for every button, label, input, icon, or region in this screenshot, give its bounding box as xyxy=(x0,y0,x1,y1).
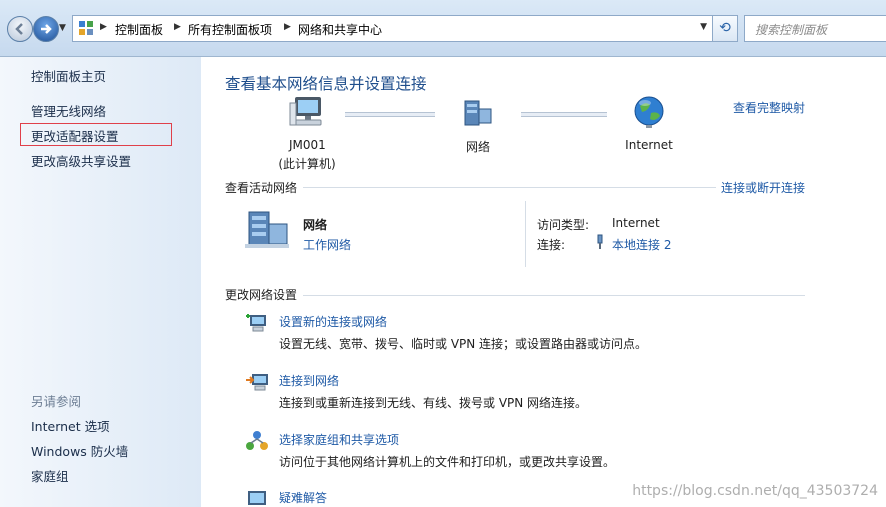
back-arrow-icon xyxy=(15,23,23,35)
computer-icon[interactable] xyxy=(289,95,325,129)
change-settings-header: 更改网络设置 xyxy=(225,288,298,302)
access-type-value: Internet xyxy=(612,216,660,230)
sidebar: 控制面板主页 管理无线网络 更改适配器设置 更改高级共享设置 另请参阅 Inte… xyxy=(0,57,201,507)
search-placeholder: 搜索控制面板 xyxy=(755,23,828,37)
computer-subtitle: (此计算机) xyxy=(278,157,336,171)
recent-pages-dropdown-icon[interactable]: ▼ xyxy=(59,23,66,33)
internet-node-name: Internet xyxy=(625,138,673,152)
breadcrumb-arrow-icon[interactable]: ▶ xyxy=(100,22,107,32)
breadcrumb-arrow-icon[interactable]: ▶ xyxy=(284,22,291,32)
connection-line xyxy=(521,112,607,117)
troubleshoot-icon xyxy=(248,491,266,505)
sidebar-item-advanced-sharing[interactable]: 更改高级共享设置 xyxy=(31,151,131,170)
task-troubleshoot-link[interactable]: 疑难解答 xyxy=(279,489,327,506)
section-divider xyxy=(303,295,805,296)
address-toolbar: ▼ ▶ 控制面板 ▶ 所有控制面板项 ▶ 网络和共享中心 ▼ ⟲ 搜索控制面板 xyxy=(0,0,886,57)
connection-line xyxy=(345,112,435,117)
connect-network-icon xyxy=(246,374,268,391)
connect-disconnect-link[interactable]: 连接或断开连接 xyxy=(721,179,805,196)
refresh-icon: ⟲ xyxy=(719,20,731,36)
control-panel-icon xyxy=(79,21,93,35)
main-panel: 查看基本网络信息并设置连接 查看完整映射 JM001 (此计算机) 网络 Int… xyxy=(201,57,886,507)
network-icon[interactable] xyxy=(461,97,495,127)
homegroup-icon xyxy=(246,431,268,450)
task-homegroup-link[interactable]: 选择家庭组和共享选项 xyxy=(279,431,399,448)
vertical-divider xyxy=(525,201,526,267)
page-title: 查看基本网络信息并设置连接 xyxy=(225,75,427,93)
highlight-box xyxy=(20,123,172,146)
address-bar[interactable]: ▶ 控制面板 ▶ 所有控制面板项 ▶ 网络和共享中心 ▼ xyxy=(72,15,714,42)
new-connection-icon xyxy=(246,314,266,332)
section-divider xyxy=(303,187,716,188)
sidebar-item-homegroup[interactable]: 家庭组 xyxy=(31,466,69,485)
watermark: https://blog.csdn.net/qq_43503724 xyxy=(632,483,878,499)
task-connect-network-link[interactable]: 连接到网络 xyxy=(279,372,339,389)
local-connection-link[interactable]: 本地连接 2 xyxy=(612,236,671,253)
refresh-button[interactable]: ⟲ xyxy=(712,15,738,42)
see-also-title: 另请参阅 xyxy=(31,394,82,409)
task-new-connection-link[interactable]: 设置新的连接或网络 xyxy=(279,313,387,330)
sidebar-item-firewall[interactable]: Windows 防火墙 xyxy=(31,441,128,460)
local-connection-icon xyxy=(597,234,603,249)
task-new-connection-desc: 设置无线、宽带、拨号、临时或 VPN 连接；或设置路由器或访问点。 xyxy=(279,337,648,351)
network-node-name: 网络 xyxy=(465,140,490,154)
address-dropdown-icon[interactable]: ▼ xyxy=(700,22,707,32)
task-connect-network-desc: 连接到或重新连接到无线、有线、拨号或 VPN 网络连接。 xyxy=(279,396,588,410)
breadcrumb-all-items[interactable]: 所有控制面板项 xyxy=(188,21,272,38)
forward-button[interactable] xyxy=(33,16,59,42)
breadcrumb-control-panel[interactable]: 控制面板 xyxy=(115,21,163,38)
breadcrumb-network-center[interactable]: 网络和共享中心 xyxy=(298,21,382,38)
breadcrumb-arrow-icon[interactable]: ▶ xyxy=(174,22,181,32)
active-networks-header: 查看活动网络 xyxy=(225,181,298,195)
network-type-link[interactable]: 工作网络 xyxy=(303,236,351,253)
computer-name: JM001 xyxy=(289,138,326,152)
active-network-name: 网络 xyxy=(303,218,328,232)
back-button[interactable] xyxy=(7,16,33,42)
sidebar-item-internet-options[interactable]: Internet 选项 xyxy=(31,416,110,435)
forward-arrow-icon xyxy=(41,24,52,34)
sidebar-item-home[interactable]: 控制面板主页 xyxy=(31,66,106,85)
search-input[interactable]: 搜索控制面板 xyxy=(744,15,886,42)
access-type-label: 访问类型: xyxy=(537,218,590,232)
connection-label: 连接: xyxy=(537,238,566,252)
sidebar-item-manage-wireless[interactable]: 管理无线网络 xyxy=(31,101,106,120)
task-homegroup-desc: 访问位于其他网络计算机上的文件和打印机，或更改共享设置。 xyxy=(279,455,616,469)
view-full-map-link[interactable]: 查看完整映射 xyxy=(733,99,805,116)
globe-icon[interactable] xyxy=(633,95,665,129)
work-network-icon xyxy=(245,211,289,248)
